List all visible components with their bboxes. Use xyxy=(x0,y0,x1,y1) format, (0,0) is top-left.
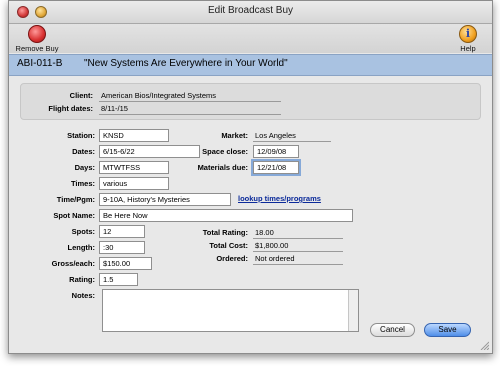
gross-each-field[interactable]: $150.00 xyxy=(99,257,152,270)
time-pgm-field[interactable]: 9-10A, History's Mysteries xyxy=(99,193,231,206)
remove-buy-icon xyxy=(28,25,46,43)
edit-broadcast-buy-window: Edit Broadcast Buy Remove Buy i Help ABI… xyxy=(8,0,493,354)
notes-textarea[interactable] xyxy=(102,289,359,332)
notes-scrollbar[interactable] xyxy=(348,290,358,331)
rating-field[interactable]: 1.5 xyxy=(99,273,138,286)
resize-grip-icon[interactable] xyxy=(479,340,489,350)
market-value: Los Angeles xyxy=(255,131,296,140)
client-underline xyxy=(99,101,281,102)
help-button[interactable]: i Help xyxy=(454,25,482,53)
remove-buy-button[interactable]: Remove Buy xyxy=(15,25,59,53)
spot-name-label: Spot Name: xyxy=(53,211,95,220)
market-underline xyxy=(253,141,331,142)
save-button[interactable]: Save xyxy=(424,323,471,337)
window-title: Edit Broadcast Buy xyxy=(207,5,294,16)
time-pgm-label: Time/Pgm: xyxy=(56,195,95,204)
total-rating-label: Total Rating: xyxy=(202,228,248,237)
total-cost-underline xyxy=(253,251,343,252)
days-label: Days: xyxy=(74,163,95,172)
help-icon: i xyxy=(459,25,477,43)
ordered-value: Not ordered xyxy=(255,254,295,263)
space-close-field[interactable]: 12/09/08 xyxy=(253,145,299,158)
length-label: Length: xyxy=(67,243,96,252)
times-field[interactable]: various xyxy=(99,177,169,190)
lookup-times-programs-link[interactable]: lookup times/programs xyxy=(238,194,321,203)
gross-each-label: Gross/each: xyxy=(51,259,95,268)
notes-label: Notes: xyxy=(71,291,95,300)
station-field[interactable]: KNSD xyxy=(99,129,169,142)
total-cost-label: Total Cost: xyxy=(209,241,248,250)
space-close-label: Space close: xyxy=(202,147,248,156)
cancel-button[interactable]: Cancel xyxy=(370,323,415,337)
client-info-box: Client: American Bios/Integrated Systems… xyxy=(20,83,481,120)
help-label: Help xyxy=(460,44,476,53)
buy-code: ABI-011-B xyxy=(17,58,63,69)
spots-field[interactable]: 12 xyxy=(99,225,145,238)
toolbar: Remove Buy i Help xyxy=(9,24,492,53)
spot-name-field[interactable]: Be Here Now xyxy=(99,209,353,222)
materials-due-field[interactable]: 12/21/08 xyxy=(253,161,299,174)
ordered-underline xyxy=(253,264,343,265)
total-rating-value: 18.00 xyxy=(255,228,274,237)
client-label: Client: xyxy=(69,91,93,100)
days-field[interactable]: MTWTFSS xyxy=(99,161,169,174)
flight-dates-value: 8/11-/15 xyxy=(101,104,128,113)
rating-label: Rating: xyxy=(69,275,95,284)
buy-banner: ABI-011-B "New Systems Are Everywhere in… xyxy=(9,54,492,76)
ordered-label: Ordered: xyxy=(216,254,248,263)
market-label: Market: xyxy=(221,131,248,140)
total-cost-value: $1,800.00 xyxy=(255,241,289,250)
times-label: Times: xyxy=(70,179,95,188)
station-label: Station: xyxy=(67,131,95,140)
campaign-title: "New Systems Are Everywhere in Your Worl… xyxy=(84,58,288,69)
spots-label: Spots: xyxy=(71,227,95,236)
length-field[interactable]: :30 xyxy=(99,241,145,254)
client-value: American Bios/Integrated Systems xyxy=(101,91,217,100)
total-rating-underline xyxy=(253,238,343,239)
remove-buy-label: Remove Buy xyxy=(15,44,59,53)
flight-dates-label: Flight dates: xyxy=(48,104,93,113)
dates-label: Dates: xyxy=(72,147,95,156)
flight-dates-underline xyxy=(99,114,281,115)
materials-due-label: Materials due: xyxy=(197,163,248,172)
title-bar[interactable]: Edit Broadcast Buy xyxy=(9,1,492,24)
